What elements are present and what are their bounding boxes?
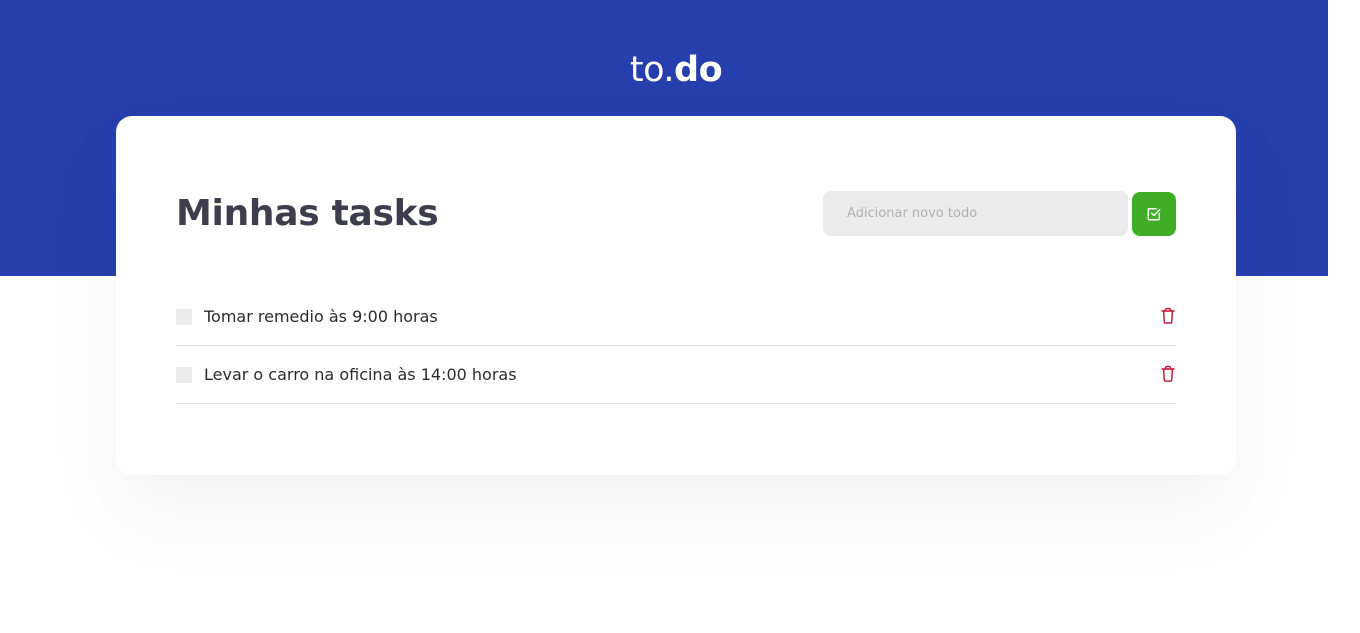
task-item: Levar o carro na oficina às 14:00 horas (176, 346, 1176, 404)
check-square-icon (1147, 208, 1161, 221)
new-todo-input[interactable] (823, 191, 1128, 236)
task-title: Levar o carro na oficina às 14:00 horas (204, 365, 517, 384)
trash-icon[interactable] (1160, 365, 1176, 383)
app-logo: to.do (0, 48, 1352, 92)
logo-light-text: to. (629, 50, 675, 90)
page-title: Minhas tasks (176, 193, 439, 234)
logo-bold-text: do (674, 50, 723, 90)
task-checkbox[interactable] (176, 309, 192, 325)
tasks-card: Minhas tasks Tomar remedio às 9:00 horas… (116, 116, 1236, 475)
task-list: Tomar remedio às 9:00 horas Levar o carr… (176, 288, 1176, 404)
task-title: Tomar remedio às 9:00 horas (204, 307, 438, 326)
trash-icon[interactable] (1160, 307, 1176, 325)
add-todo-button[interactable] (1132, 192, 1176, 236)
task-item: Tomar remedio às 9:00 horas (176, 288, 1176, 346)
task-checkbox[interactable] (176, 367, 192, 383)
